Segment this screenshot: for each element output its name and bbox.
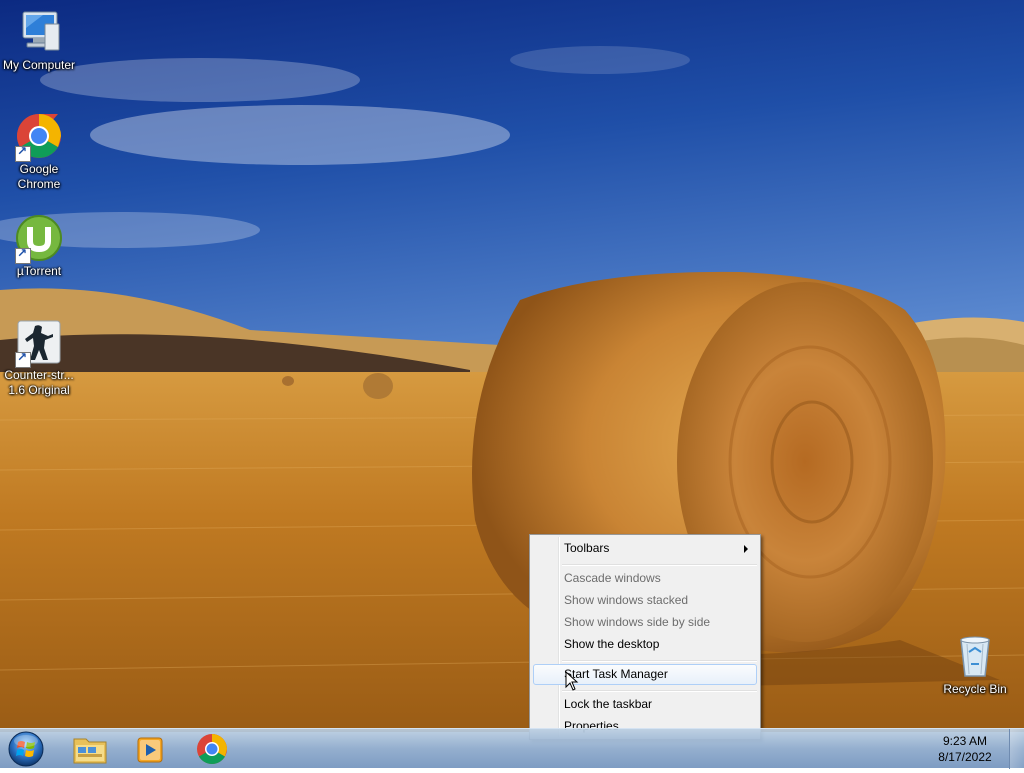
counter-strike-icon	[15, 318, 63, 368]
desktop-icon-label: My Computer	[2, 58, 76, 72]
windows-explorer-icon	[73, 738, 107, 764]
media-player-icon	[137, 737, 163, 763]
menu-item-label: Start Task Manager	[564, 667, 668, 681]
recycle-bin-icon	[951, 632, 999, 680]
computer-icon	[15, 8, 63, 56]
utorrent-icon	[15, 214, 63, 264]
clock-date: 8/17/2022	[938, 750, 992, 764]
menu-item-label: Show windows stacked	[564, 593, 689, 607]
menu-item-label: Cascade windows	[564, 571, 661, 585]
taskbar-context-menu: Toolbars Cascade windows Show windows st…	[529, 534, 761, 740]
system-clock[interactable]: 9:23 AM 8/17/2022	[930, 733, 1000, 765]
clock-time: 9:23 AM	[942, 734, 988, 748]
menu-item-label: Show the desktop	[564, 637, 660, 651]
windows-orb-icon	[8, 731, 44, 767]
taskbar-button-media-player[interactable]	[122, 731, 178, 767]
desktop-icon-my-computer[interactable]: My Computer	[1, 8, 77, 73]
submenu-arrow-icon	[744, 545, 748, 553]
menu-item-cascade-windows[interactable]: Cascade windows	[533, 568, 757, 589]
show-desktop-button[interactable]	[1009, 729, 1024, 769]
menu-separator	[562, 690, 757, 692]
desktop-icon-label: µTorrent	[16, 264, 62, 278]
menu-separator	[562, 564, 757, 566]
menu-item-toolbars[interactable]: Toolbars	[533, 538, 757, 559]
taskbar: 9:23 AM 8/17/2022	[0, 728, 1024, 769]
taskbar-button-windows-explorer[interactable]	[62, 731, 118, 767]
desktop-icon-google-chrome[interactable]: Google Chrome	[1, 112, 77, 192]
desktop-icon-label: Recycle Bin	[943, 682, 1007, 696]
shortcut-arrow-icon	[15, 144, 31, 162]
menu-item-label: Toolbars	[564, 541, 610, 555]
desktop-icon-label: Counter-str... 1.6 Original	[4, 368, 74, 397]
desktop-wallpaper	[0, 0, 1024, 732]
shortcut-arrow-icon	[15, 246, 31, 264]
desktop-icon-label: Google Chrome	[17, 162, 61, 191]
menu-item-show-the-desktop[interactable]: Show the desktop	[533, 634, 757, 655]
menu-item-show-windows-stacked[interactable]: Show windows stacked	[533, 590, 757, 611]
menu-item-label: Lock the taskbar	[564, 697, 653, 711]
shortcut-arrow-icon	[15, 350, 31, 368]
start-button[interactable]	[6, 730, 46, 768]
mouse-cursor-icon	[565, 671, 579, 691]
taskbar-button-chrome[interactable]	[184, 731, 240, 767]
menu-separator	[562, 660, 757, 662]
menu-item-label: Show windows side by side	[564, 615, 711, 629]
chrome-icon	[15, 112, 63, 162]
desktop-icon-counter-strike[interactable]: Counter-str... 1.6 Original	[1, 318, 77, 398]
desktop-icon-recycle-bin[interactable]: Recycle Bin	[937, 632, 1013, 697]
menu-item-lock-the-taskbar[interactable]: Lock the taskbar	[533, 694, 757, 715]
desktop-icon-utorrent[interactable]: µTorrent	[1, 214, 77, 279]
chrome-icon	[197, 734, 227, 765]
menu-item-show-windows-side-by-side[interactable]: Show windows side by side	[533, 612, 757, 633]
